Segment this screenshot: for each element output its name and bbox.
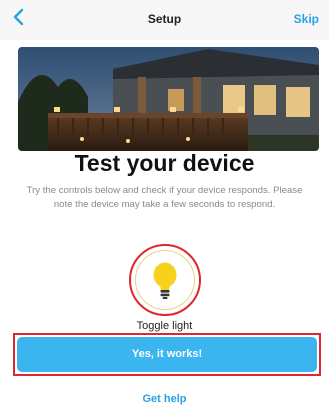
get-help-link[interactable]: Get help — [0, 393, 329, 405]
confirm-works-button[interactable]: Yes, it works! — [17, 337, 317, 372]
instructions-text: Try the controls below and check if your… — [26, 185, 303, 210]
skip-button[interactable]: Skip — [294, 12, 319, 26]
page-title: Setup — [147, 12, 182, 26]
toggle-light-control — [129, 244, 201, 316]
hero-image — [18, 47, 319, 151]
toggle-light-button[interactable] — [135, 250, 195, 310]
toggle-light-label: Toggle light — [136, 320, 193, 332]
section-heading: Test your device — [74, 150, 255, 176]
navigation-bar: Setup Skip — [0, 0, 329, 40]
lightbulb-icon — [153, 262, 176, 299]
